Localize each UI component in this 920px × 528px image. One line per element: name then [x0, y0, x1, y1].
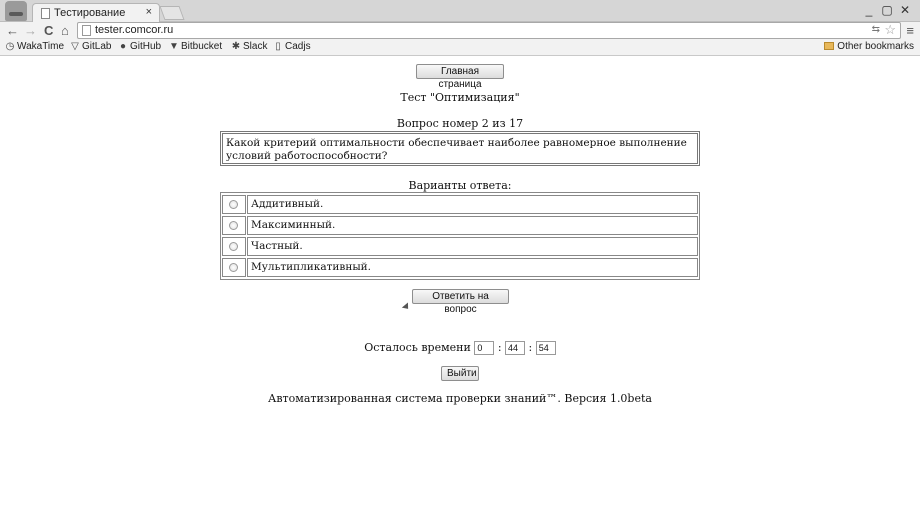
translate-icon[interactable]: ⇆ — [872, 24, 880, 35]
bookmark-github[interactable]: ● GitHub — [118, 41, 161, 52]
answer-radio[interactable] — [229, 221, 238, 230]
tab-title: Тестирование — [54, 7, 126, 19]
tab-close-icon[interactable]: × — [146, 6, 152, 18]
bookmarks-bar: ◷ WakaTime ▽ GitLab ● GitHub ▼ Bitbucket ✱ Sl… — [0, 39, 920, 56]
home-icon[interactable]: ⌂ — [61, 22, 69, 39]
answer-label: Частный. — [247, 237, 698, 256]
slack-icon: ✱ — [231, 41, 241, 52]
minimize-icon[interactable]: _ — [860, 3, 878, 17]
incognito-icon — [5, 1, 27, 21]
question-text: Какой критерий оптимальности обеспечивае… — [222, 133, 698, 164]
question-number: Вопрос номер 2 из 17 — [396, 117, 524, 130]
bookmark-slack[interactable]: ✱ Slack — [231, 41, 268, 52]
answer-row[interactable]: Мультипликативный. — [222, 257, 698, 278]
answers-heading: Варианты ответа: — [408, 179, 512, 192]
forward-icon[interactable]: → — [24, 22, 37, 39]
page-info-icon — [82, 25, 91, 36]
home-page-button[interactable]: Главная страница — [416, 64, 504, 90]
menu-icon[interactable]: ≡ — [906, 23, 914, 38]
window-controls: _ ▢ ✕ — [860, 3, 914, 17]
new-tab-button[interactable] — [159, 6, 185, 20]
wakatime-icon: ◷ — [5, 41, 15, 52]
back-icon[interactable]: ← — [6, 22, 19, 39]
bookmark-cadjs[interactable]: ▯ Cadjs — [273, 41, 310, 52]
seconds-field[interactable]: 54 — [535, 341, 556, 355]
bookmark-gitlab[interactable]: ▽ GitLab — [70, 41, 111, 52]
answer-radio[interactable] — [229, 200, 238, 209]
bookmark-star-icon[interactable]: ☆ — [884, 22, 896, 38]
answer-label: Максиминный. — [247, 216, 698, 235]
answer-row[interactable]: Частный. — [222, 236, 698, 257]
browser-toolbar: ← → C ⌂ tester.comcor.ru ⇆ ☆ ≡ — [0, 22, 920, 39]
time-separator: : — [497, 341, 502, 354]
answer-radio-cell[interactable] — [222, 237, 246, 256]
github-icon: ● — [119, 41, 127, 52]
bookmark-bitbucket[interactable]: ▼ Bitbucket — [169, 41, 222, 52]
bitbucket-icon: ▼ — [169, 41, 179, 52]
address-bar[interactable]: tester.comcor.ru ⇆ ☆ — [77, 22, 901, 39]
gitlab-icon: ▽ — [71, 41, 79, 52]
test-title: Тест "Оптимизация" — [400, 91, 520, 104]
other-bookmarks[interactable]: Other bookmarks — [824, 41, 914, 52]
answer-label: Мультипликативный. — [247, 258, 698, 277]
answer-radio[interactable] — [229, 242, 238, 251]
time-left-label: Осталось времени — [364, 341, 471, 354]
answer-row[interactable]: Максиминный. — [222, 215, 698, 236]
page-content: Главная страница Тест "Оптимизация" Вопр… — [0, 57, 920, 528]
answer-row[interactable]: Аддитивный. — [222, 194, 698, 215]
time-remaining: Осталось времени 0 : 44 : 54 — [0, 341, 920, 355]
answer-radio-cell[interactable] — [222, 216, 246, 235]
page-icon — [41, 8, 50, 19]
answer-radio-cell[interactable] — [222, 195, 246, 214]
answer-radio[interactable] — [229, 263, 238, 272]
bookmark-wakatime[interactable]: ◷ WakaTime — [5, 41, 64, 52]
question-box: Какой критерий оптимальности обеспечивае… — [220, 131, 700, 166]
url-text: tester.comcor.ru — [95, 24, 174, 36]
browser-titlebar: Тестирование × _ ▢ ✕ — [0, 0, 920, 22]
exit-button[interactable]: Выйти — [441, 366, 479, 381]
hours-field[interactable]: 0 — [474, 341, 495, 355]
submit-answer-button[interactable]: Ответить на вопрос — [412, 289, 509, 315]
mouse-cursor-icon — [401, 302, 412, 312]
footer-text: Автоматизированная система проверки знан… — [268, 392, 652, 405]
time-separator: : — [528, 341, 533, 354]
folder-icon — [824, 42, 835, 50]
page-icon: ▯ — [275, 41, 281, 52]
maximize-icon[interactable]: ▢ — [878, 3, 896, 17]
answer-radio-cell[interactable] — [222, 258, 246, 277]
close-window-icon[interactable]: ✕ — [896, 3, 914, 17]
answers-table: Аддитивный. Максиминный. Частный. Мульти… — [220, 192, 700, 280]
minutes-field[interactable]: 44 — [505, 341, 526, 355]
browser-tab[interactable]: Тестирование × — [32, 3, 160, 22]
reload-icon[interactable]: C — [44, 22, 53, 39]
answer-label: Аддитивный. — [247, 195, 698, 214]
